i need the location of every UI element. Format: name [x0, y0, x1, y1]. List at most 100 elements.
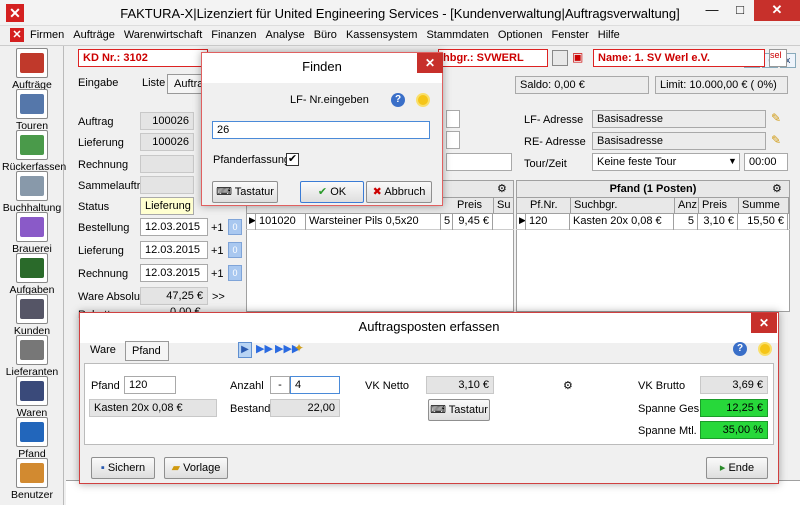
sun-icon[interactable] [758, 342, 772, 356]
lieferung-plus1[interactable]: +1 [211, 245, 224, 257]
pfand-grid-title: Pfand (1 Posten) [516, 180, 790, 198]
rechnung-plus1[interactable]: +1 [211, 268, 224, 280]
menu-kassensystem[interactable]: Kassensystem [346, 29, 418, 41]
menu-fenster[interactable]: Fenster [552, 29, 589, 41]
lf-adresse-label: LF- Adresse [524, 114, 584, 126]
pfand-description: Kasten 20x 0,08 € [89, 399, 217, 417]
pfand-grid-columns: Pf.Nr. Suchbgr. Anz. Preis Summe [516, 197, 790, 214]
customers-icon [16, 294, 48, 324]
save-icon: ▪ [100, 462, 108, 474]
maximize-button[interactable]: □ [726, 0, 754, 21]
menu-optionen[interactable]: Optionen [498, 29, 543, 41]
return-truck-icon-graphic [20, 135, 44, 155]
pfand-input[interactable]: 120 [124, 376, 176, 394]
customer-edit-icon[interactable]: sel [769, 49, 787, 67]
lieferung-zero-button[interactable]: 0 [228, 242, 242, 258]
lieferung2-label: Lieferung [78, 245, 124, 257]
deposit-icon-graphic [20, 422, 44, 442]
tastatur-button[interactable]: ⌨ Tastatur [428, 399, 490, 421]
re-dropdown[interactable] [446, 131, 460, 149]
brewery-icon-graphic [20, 217, 44, 237]
table-row[interactable]: ▶ 120 Kasten 20x 0,08 € 5 3,10 € 15,50 € [516, 214, 790, 230]
re-edit-pencil-icon[interactable]: ✎ [771, 133, 785, 147]
minimize-button[interactable]: — [698, 0, 726, 21]
tastatur-button[interactable]: ⌨ Tastatur [212, 181, 278, 203]
goods-icon-graphic [20, 381, 44, 401]
lf-nr-input[interactable]: 26 [212, 121, 430, 139]
tab-pfand[interactable]: Pfand [125, 341, 169, 361]
close-button[interactable]: ✕ [754, 0, 800, 21]
status-value[interactable]: Lieferung [140, 197, 194, 215]
bestellung-plus1[interactable]: +1 [211, 222, 224, 234]
sichern-button[interactable]: ▪ Sichern [91, 457, 155, 479]
play-icon[interactable]: ▶ [238, 342, 252, 358]
bestellung-zero-button[interactable]: 0 [228, 219, 242, 235]
rechnung-value [140, 155, 194, 173]
table-row[interactable]: ▶ 101020 Warsteiner Pils 0,5x20 5 9,45 € [246, 214, 514, 230]
re-adresse-value: Basisadresse [592, 132, 766, 150]
lock-icon[interactable]: ▣ [572, 50, 588, 66]
fast-forward-icon[interactable]: ▶▶ [256, 342, 273, 355]
posten-close-button[interactable]: ✕ [751, 313, 777, 333]
deposit-icon [16, 417, 48, 447]
rechnung-zero-button[interactable]: 0 [228, 265, 242, 281]
sun-icon[interactable] [416, 93, 430, 107]
chevron-down-icon[interactable]: ▼ [728, 156, 737, 166]
ok-button[interactable]: ✔ OK [300, 181, 364, 203]
lieferung-date[interactable]: 12.03.2015 [140, 241, 208, 259]
col-anz[interactable]: Anz. [675, 198, 699, 214]
anzahl-minus-button[interactable]: - [270, 376, 290, 394]
time-field[interactable]: 00:00 [744, 153, 788, 171]
abbruch-button[interactable]: ✖ Abbruch [366, 181, 432, 203]
bestellung-date[interactable]: 12.03.2015 [140, 218, 208, 236]
tour-select[interactable]: Keine feste Tour [592, 153, 740, 171]
tab-liste[interactable]: Liste [136, 74, 171, 94]
person-icon[interactable]: ✦ [294, 341, 304, 355]
finden-prompt: LF- Nr.eingeben [290, 94, 369, 106]
pfanderfassung-label: Pfanderfassung [213, 154, 291, 166]
col-summe[interactable]: Su [494, 198, 514, 214]
menu-warenwirtschaft[interactable]: Warenwirtschaft [124, 29, 202, 41]
menu-buero[interactable]: Büro [314, 29, 337, 41]
col-pfnr[interactable]: Pf.Nr. [527, 198, 571, 214]
finden-close-button[interactable]: ✕ [417, 53, 443, 73]
menu-auftraege[interactable]: Aufträge [73, 29, 115, 41]
ware-absolut-value: 47,25 € [140, 287, 208, 305]
menu-stammdaten[interactable]: Stammdaten [426, 29, 488, 41]
grid-settings-icon[interactable]: ⚙ [497, 182, 507, 195]
bestand-label: Bestand [230, 403, 271, 415]
pfand-grid-settings-icon[interactable]: ⚙ [772, 182, 782, 195]
saldo-field: Saldo: 0,00 € [515, 76, 649, 94]
sidebar-item-benutzer[interactable]: Benutzer [2, 458, 62, 505]
check-icon: ✔ [317, 186, 331, 198]
mdi-app-icon[interactable]: ✕ [10, 28, 24, 42]
search-icon[interactable] [552, 50, 568, 66]
menu-firmen[interactable]: Firmen [30, 29, 64, 41]
anzahl-label: Anzahl [230, 380, 264, 392]
lf-dropdown[interactable] [446, 110, 460, 128]
lf-edit-pencil-icon[interactable]: ✎ [771, 111, 785, 125]
lieferung-label: Lieferung [78, 137, 124, 149]
calculator-icon[interactable]: ⚙ [563, 379, 573, 392]
col-preis[interactable]: Preis [454, 198, 494, 214]
menu-hilfe[interactable]: Hilfe [598, 29, 620, 41]
vorlage-button[interactable]: ▰ Vorlage [164, 457, 228, 479]
help-icon[interactable]: ? [391, 93, 405, 107]
col-preis[interactable]: Preis [699, 198, 739, 214]
pfanderfassung-checkbox[interactable]: ✔ [286, 153, 299, 166]
ende-button[interactable]: ▸ Ende [706, 457, 768, 479]
vk-brutto-label: VK Brutto [638, 380, 686, 392]
orders-icon [16, 48, 48, 78]
ware-absolut-expand[interactable]: >> [212, 291, 225, 303]
menu-finanzen[interactable]: Finanzen [211, 29, 256, 41]
row-nr: 120 [526, 214, 570, 230]
menu-analyse[interactable]: Analyse [266, 29, 305, 41]
tab-ware[interactable]: Ware [84, 341, 122, 361]
help-icon[interactable]: ? [733, 342, 747, 356]
anzahl-input[interactable]: 4 [290, 376, 340, 394]
rechnung-date[interactable]: 12.03.2015 [140, 264, 208, 282]
customer-number: KD Nr.: 3102 [78, 49, 208, 67]
col-suchbgr[interactable]: Suchbgr. [571, 198, 675, 214]
col-summe[interactable]: Summe [739, 198, 789, 214]
tab-eingabe[interactable]: Eingabe [72, 74, 124, 94]
